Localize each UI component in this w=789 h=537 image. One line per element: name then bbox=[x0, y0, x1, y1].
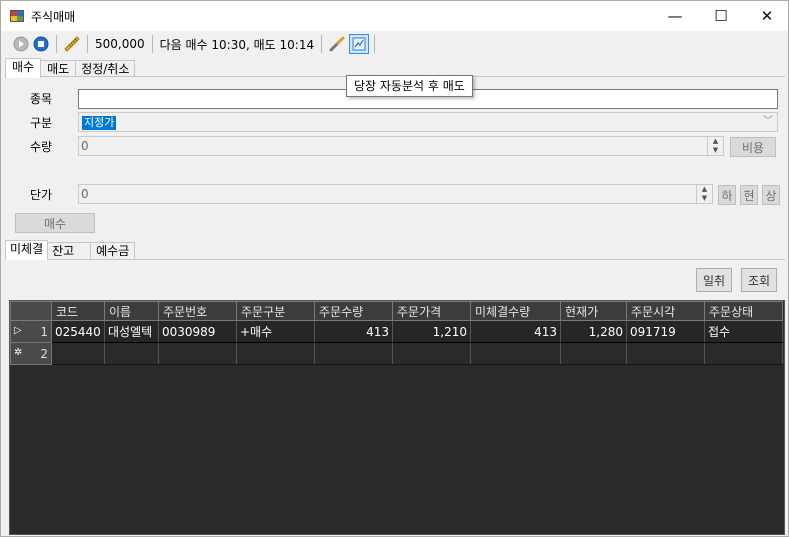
order-tabs: 매수 매도 정정/취소 bbox=[5, 58, 136, 78]
toolbar-separator bbox=[151, 35, 153, 53]
play-icon bbox=[13, 36, 29, 52]
tab-deposit[interactable]: 예수금 bbox=[90, 242, 136, 260]
qty-value: 0 bbox=[81, 139, 89, 153]
tab-unfilled[interactable]: 미체결 bbox=[5, 240, 49, 260]
high-limit-button[interactable]: 상 bbox=[762, 185, 780, 205]
cell-unfilled-qty[interactable]: 413 bbox=[470, 320, 561, 343]
status-tabs: 미체결 잔고 예수금 bbox=[5, 240, 136, 260]
cell-order-status[interactable]: 접수 bbox=[704, 320, 783, 343]
ruler-icon bbox=[64, 36, 80, 52]
start-button[interactable] bbox=[11, 34, 31, 54]
title-bar: 주식매매 — ☐ ✕ bbox=[1, 1, 788, 31]
col-header[interactable]: 주문수량 bbox=[314, 301, 393, 321]
row-number: 2 bbox=[40, 346, 48, 361]
cell-code[interactable]: 025440 bbox=[51, 320, 105, 343]
cell-order-no[interactable]: 0030989 bbox=[158, 320, 237, 343]
toolbar: 500,000 다음 매수 10:30, 매도 10:14 bbox=[1, 31, 788, 57]
grid-corner bbox=[10, 301, 52, 321]
col-header[interactable]: 주문시각 bbox=[626, 301, 705, 321]
type-selected-value: 지정가 bbox=[82, 116, 117, 130]
amount-label: 500,000 bbox=[95, 37, 145, 51]
table-row[interactable]: ✲ 2 bbox=[10, 342, 783, 365]
chevron-down-icon: ﹀ bbox=[763, 116, 773, 127]
toolbar-separator bbox=[374, 35, 376, 53]
current-price-button[interactable]: 현 bbox=[740, 185, 758, 205]
cell-order-no[interactable] bbox=[158, 342, 237, 365]
table-row[interactable]: ▷ 1 025440 대성엘텍 0030989 +매수 413 1,210 413… bbox=[10, 320, 783, 343]
cell-order-price[interactable] bbox=[392, 342, 471, 365]
maximize-button[interactable]: ☐ bbox=[698, 1, 744, 31]
col-header[interactable]: 이름 bbox=[104, 301, 159, 321]
cell-code[interactable] bbox=[51, 342, 105, 365]
price-value: 0 bbox=[81, 187, 89, 201]
wrench-icon bbox=[329, 36, 345, 52]
cell-order-price[interactable]: 1,210 bbox=[392, 320, 471, 343]
minimize-button[interactable]: — bbox=[652, 1, 698, 31]
col-header[interactable]: 코드 bbox=[51, 301, 105, 321]
type-select[interactable]: 지정가 ﹀ bbox=[78, 112, 778, 132]
price-stepper[interactable]: 0 ▲ ▼ bbox=[78, 184, 713, 204]
app-icon bbox=[10, 10, 24, 22]
order-form-panel: 종목 구분 지정가 ﹀ 수량 0 ▲ ▼ 비용 단가 0 ▲ ▼ 하 현 상 매수 bbox=[5, 76, 785, 236]
col-header[interactable]: 주문상태 bbox=[704, 301, 783, 321]
toolbar-separator bbox=[56, 35, 57, 53]
analyze-icon bbox=[352, 37, 366, 51]
cell-order-time[interactable]: 091719 bbox=[626, 320, 705, 343]
cell-name[interactable]: 대성엘텍 bbox=[104, 320, 159, 343]
orders-table: 코드 이름 주문번호 주문구분 주문수량 주문가격 미체결수량 현재가 주문시각… bbox=[10, 301, 783, 365]
cell-current-price[interactable]: 1,280 bbox=[560, 320, 627, 343]
schedule-label: 다음 매수 10:30, 매도 10:14 bbox=[159, 37, 315, 52]
new-row-icon: ✲ bbox=[14, 346, 23, 358]
cell-order-type[interactable] bbox=[236, 342, 315, 365]
ruler-button[interactable] bbox=[62, 34, 82, 54]
qty-spin-buttons[interactable]: ▲ ▼ bbox=[707, 137, 723, 155]
cell-current-price[interactable] bbox=[560, 342, 627, 365]
toolbar-separator bbox=[87, 35, 88, 53]
price-spin-buttons[interactable]: ▲ ▼ bbox=[696, 185, 712, 203]
auto-analyze-sell-button[interactable] bbox=[349, 34, 370, 54]
cell-order-status[interactable] bbox=[704, 342, 783, 365]
close-button[interactable]: ✕ bbox=[744, 1, 789, 31]
cell-unfilled-qty[interactable] bbox=[470, 342, 561, 365]
tools-button[interactable] bbox=[327, 34, 347, 54]
tab-buy[interactable]: 매수 bbox=[5, 58, 42, 78]
maximize-icon: ☐ bbox=[714, 7, 728, 25]
qty-label: 수량 bbox=[30, 140, 53, 154]
row-number: 1 bbox=[40, 324, 48, 339]
stop-button[interactable] bbox=[31, 34, 51, 54]
col-header[interactable]: 주문번호 bbox=[158, 301, 237, 321]
symbol-label: 종목 bbox=[30, 92, 53, 106]
app-window: 주식매매 — ☐ ✕ 500,000 다음 매수 10:30, 매도 10:14… bbox=[0, 0, 789, 537]
cell-order-type[interactable]: +매수 bbox=[236, 320, 315, 343]
query-button[interactable]: 조회 bbox=[741, 268, 777, 292]
price-label: 단가 bbox=[30, 188, 53, 202]
col-header[interactable]: 주문가격 bbox=[392, 301, 471, 321]
qty-stepper[interactable]: 0 ▲ ▼ bbox=[78, 136, 724, 156]
buy-button[interactable]: 매수 bbox=[15, 213, 95, 233]
low-limit-button[interactable]: 하 bbox=[718, 185, 736, 205]
row-header[interactable]: ▷ 1 bbox=[10, 320, 52, 343]
cancel-all-button[interactable]: 일취 bbox=[696, 268, 732, 292]
tab-balance[interactable]: 잔고 bbox=[47, 242, 92, 260]
toolbar-separator bbox=[321, 35, 323, 53]
unfilled-orders-grid[interactable]: 코드 이름 주문번호 주문구분 주문수량 주문가격 미체결수량 현재가 주문시각… bbox=[9, 300, 785, 535]
current-row-icon: ▷ bbox=[14, 324, 22, 336]
cell-order-qty[interactable] bbox=[314, 342, 393, 365]
grid-header-row: 코드 이름 주문번호 주문구분 주문수량 주문가격 미체결수량 현재가 주문시각… bbox=[10, 301, 783, 321]
minimize-icon: — bbox=[667, 7, 683, 25]
row-header[interactable]: ✲ 2 bbox=[10, 342, 52, 365]
cell-order-time[interactable] bbox=[626, 342, 705, 365]
cost-button[interactable]: 비용 bbox=[730, 137, 776, 157]
stop-icon bbox=[33, 36, 49, 52]
cell-name[interactable] bbox=[104, 342, 159, 365]
orders-panel: 일취 조회 코드 이름 주문번호 주문구분 주문수량 주문가격 미체결수량 현재… bbox=[5, 259, 785, 535]
tooltip: 당장 자동분석 후 매도 bbox=[346, 75, 473, 97]
close-icon: ✕ bbox=[760, 7, 774, 25]
col-header[interactable]: 주문구분 bbox=[236, 301, 315, 321]
cell-order-qty[interactable]: 413 bbox=[314, 320, 393, 343]
col-header[interactable]: 현재가 bbox=[560, 301, 627, 321]
window-title: 주식매매 bbox=[31, 10, 76, 24]
type-label: 구분 bbox=[30, 116, 53, 130]
col-header[interactable]: 미체결수량 bbox=[470, 301, 561, 321]
